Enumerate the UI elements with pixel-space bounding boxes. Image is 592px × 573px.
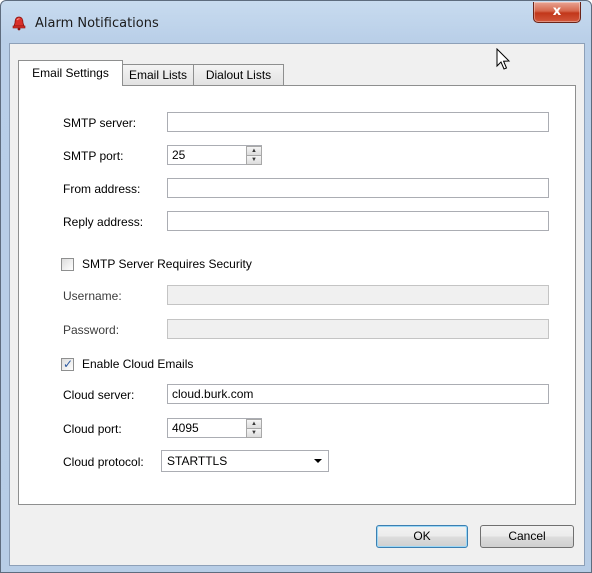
password-input[interactable] [167,319,549,339]
cloud-protocol-select[interactable]: STARTTLS [161,450,329,472]
smtp-server-input[interactable] [167,112,549,132]
enable-cloud-label[interactable]: Enable Cloud Emails [82,357,193,371]
tab-email-settings[interactable]: Email Settings [18,60,123,86]
cloud-protocol-label: Cloud protocol: [63,455,144,469]
cancel-button[interactable]: Cancel [480,525,574,548]
smtp-port-label: SMTP port: [63,149,124,163]
reply-address-label: Reply address: [63,215,144,229]
dialog-client-area: Email Settings Email Lists Dialout Lists… [9,43,585,566]
password-label: Password: [63,323,120,337]
spin-down-icon[interactable]: ▼ [246,155,262,165]
tab-email-lists[interactable]: Email Lists [122,64,194,85]
smtp-port-stepper[interactable]: 25 ▲ ▼ [167,145,262,165]
smtp-port-spin: ▲ ▼ [246,146,262,165]
cloud-server-label: Cloud server: [63,388,135,402]
title-bar[interactable]: Alarm Notifications x [1,1,591,43]
tab-dialout-lists[interactable]: Dialout Lists [193,64,284,85]
dialog-window: Alarm Notifications x Email Settings Ema… [0,0,592,573]
smtp-server-label: SMTP server: [63,116,137,130]
enable-cloud-checkbox[interactable]: ✓ [61,357,74,371]
spin-down-icon[interactable]: ▼ [246,428,262,438]
from-address-label: From address: [63,182,141,196]
reply-address-input[interactable] [167,211,549,231]
cloud-port-value: 4095 [172,421,199,435]
requires-security-checkbox[interactable] [61,258,74,271]
mouse-pointer-icon [496,48,511,70]
chevron-down-icon [314,459,322,463]
username-label: Username: [63,289,122,303]
ok-button[interactable]: OK [376,525,468,548]
username-input[interactable] [167,285,549,305]
cloud-port-stepper[interactable]: 4095 ▲ ▼ [167,418,262,438]
alarm-bell-icon [12,16,26,31]
cloud-port-label: Cloud port: [63,422,122,436]
requires-security-label[interactable]: SMTP Server Requires Security [82,257,252,271]
smtp-port-value: 25 [172,148,186,162]
cloud-port-spin: ▲ ▼ [246,419,262,438]
from-address-input[interactable] [167,178,549,198]
window-title: Alarm Notifications [35,16,159,31]
close-icon: x [552,4,562,19]
cloud-protocol-value: STARTTLS [167,454,228,468]
cloud-server-input[interactable]: cloud.burk.com [167,384,549,404]
email-settings-panel: SMTP server: SMTP port: 25 ▲ ▼ From addr… [18,85,576,505]
checkmark-icon: ✓ [63,357,74,371]
close-button[interactable]: x [533,2,581,23]
